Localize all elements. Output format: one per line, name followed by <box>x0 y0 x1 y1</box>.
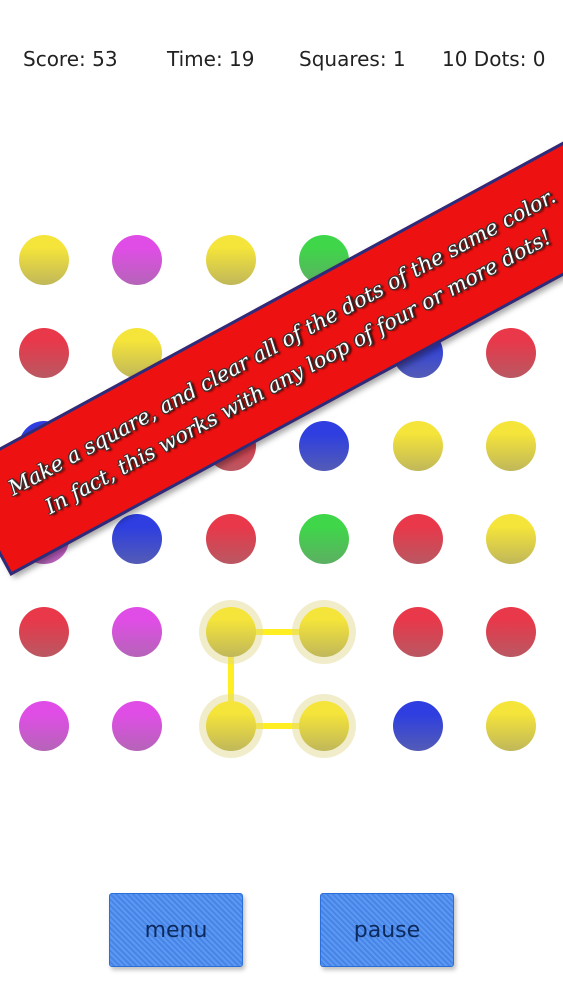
red-dot[interactable] <box>486 328 536 378</box>
yellow-dot[interactable] <box>19 235 69 285</box>
blue-dot[interactable] <box>112 514 162 564</box>
blue-dot[interactable] <box>393 701 443 751</box>
magenta-dot[interactable] <box>112 235 162 285</box>
magenta-dot[interactable] <box>19 701 69 751</box>
yellow-dot[interactable] <box>486 701 536 751</box>
yellow-dot[interactable] <box>299 607 349 657</box>
red-dot[interactable] <box>393 514 443 564</box>
menu-button[interactable]: menu <box>109 893 243 967</box>
green-dot[interactable] <box>299 514 349 564</box>
red-dot[interactable] <box>206 514 256 564</box>
yellow-dot[interactable] <box>206 235 256 285</box>
blue-dot[interactable] <box>299 421 349 471</box>
yellow-dot[interactable] <box>206 701 256 751</box>
magenta-dot[interactable] <box>112 607 162 657</box>
red-dot[interactable] <box>19 328 69 378</box>
yellow-dot[interactable] <box>206 607 256 657</box>
red-dot[interactable] <box>393 607 443 657</box>
yellow-dot[interactable] <box>486 514 536 564</box>
yellow-dot[interactable] <box>486 421 536 471</box>
yellow-dot[interactable] <box>299 701 349 751</box>
yellow-dot[interactable] <box>393 421 443 471</box>
pause-button[interactable]: pause <box>320 893 454 967</box>
red-dot[interactable] <box>19 607 69 657</box>
red-dot[interactable] <box>486 607 536 657</box>
magenta-dot[interactable] <box>112 701 162 751</box>
